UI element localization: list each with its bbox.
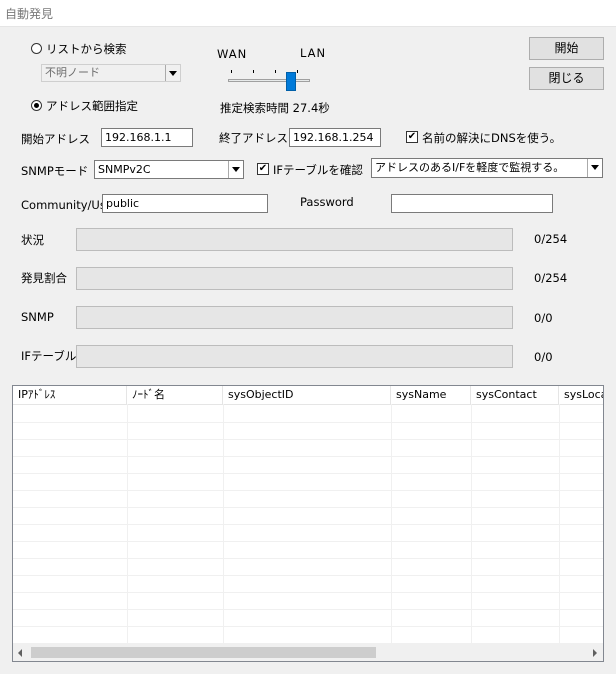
- window-title: 自動発見: [5, 7, 54, 21]
- if-table-label[interactable]: IFテーブルを確認: [273, 162, 363, 178]
- horizontal-scrollbar[interactable]: [13, 644, 603, 661]
- slider-tick: [275, 70, 276, 73]
- snmp-mode-label: SNMPモード: [21, 164, 89, 178]
- snmp-mode-value: SNMPv2C: [98, 163, 151, 176]
- end-address-input[interactable]: 192.168.1.254: [289, 128, 381, 147]
- monitor-mode-value: アドレスのあるI/Fを軽度で監視する。: [375, 161, 565, 174]
- list-search-radio[interactable]: [31, 43, 42, 54]
- discovery-rate-progress-bar: [76, 267, 513, 290]
- grid-line: [391, 404, 392, 644]
- if-table-checkbox[interactable]: ✔: [257, 163, 269, 175]
- monitor-mode-select[interactable]: アドレスのあるI/Fを軽度で監視する。: [371, 158, 603, 178]
- status-label: 状況: [21, 233, 44, 247]
- list-select-value: 不明ノード: [45, 66, 100, 79]
- status-count: 0/254: [534, 232, 568, 246]
- slider-tick: [297, 70, 298, 73]
- range-search-label[interactable]: アドレス範囲指定: [46, 98, 138, 114]
- end-address-label: 終了アドレス: [219, 131, 288, 145]
- grid-line: [13, 626, 603, 627]
- column-header-ip[interactable]: IPｱﾄﾞﾚｽ: [13, 386, 127, 404]
- grid-line: [13, 490, 603, 491]
- grid-line: [13, 439, 603, 440]
- grid-line: [223, 404, 224, 644]
- password-input[interactable]: [391, 194, 553, 213]
- title-bar: 自動発見: [0, 0, 616, 27]
- results-table[interactable]: IPｱﾄﾞﾚｽ ﾉｰﾄﾞ名 sysObjectID sysName sysCon…: [12, 385, 604, 662]
- column-header-node-name[interactable]: ﾉｰﾄﾞ名: [127, 386, 223, 404]
- grid-line: [13, 575, 603, 576]
- grid-line: [13, 524, 603, 525]
- password-label: Password: [300, 195, 354, 209]
- grid-line: [13, 473, 603, 474]
- scroll-left-icon[interactable]: [18, 649, 22, 657]
- estimate-text: 推定検索時間 27.4秒: [220, 101, 330, 115]
- status-progress-bar: [76, 228, 513, 251]
- grid-line: [13, 558, 603, 559]
- if-table-progress-label: IFテーブル: [21, 349, 77, 363]
- slider-lan-label: LAN: [300, 46, 327, 60]
- range-search-radio[interactable]: [31, 100, 42, 111]
- snmp-progress-bar: [76, 306, 513, 329]
- snmp-progress-count: 0/0: [534, 311, 553, 325]
- list-search-label[interactable]: リストから検索: [46, 41, 127, 57]
- scrollbar-thumb[interactable]: [31, 647, 376, 658]
- discovery-rate-label: 発見割合: [21, 271, 67, 285]
- column-header-sysobjectid[interactable]: sysObjectID: [223, 386, 391, 404]
- list-select: 不明ノード: [41, 64, 181, 82]
- slider-tick: [253, 70, 254, 73]
- slider-thumb[interactable]: [286, 72, 296, 91]
- grid-line: [471, 404, 472, 644]
- snmp-mode-select[interactable]: SNMPv2C: [94, 160, 244, 179]
- column-header-sysname[interactable]: sysName: [391, 386, 471, 404]
- community-input[interactable]: public: [102, 194, 268, 213]
- chevron-down-icon[interactable]: [228, 161, 243, 178]
- column-header-syslocation[interactable]: sysLocation: [559, 386, 603, 404]
- start-address-label: 開始アドレス: [21, 132, 90, 146]
- slider-tick: [231, 70, 232, 73]
- discovery-rate-count: 0/254: [534, 271, 568, 285]
- table-header: IPｱﾄﾞﾚｽ ﾉｰﾄﾞ名 sysObjectID sysName sysCon…: [13, 386, 603, 405]
- dns-checkbox[interactable]: ✔: [406, 131, 418, 143]
- column-header-syscontact[interactable]: sysContact: [471, 386, 559, 404]
- grid-line: [13, 609, 603, 610]
- scroll-right-icon[interactable]: [593, 649, 597, 657]
- close-button[interactable]: 閉じる: [529, 67, 604, 90]
- if-table-progress-count: 0/0: [534, 350, 553, 364]
- snmp-progress-label: SNMP: [21, 310, 54, 324]
- grid-line: [127, 404, 128, 644]
- slider-track[interactable]: [228, 79, 310, 82]
- chevron-down-icon: [165, 65, 180, 81]
- start-address-input[interactable]: 192.168.1.1: [101, 128, 193, 147]
- grid-line: [13, 541, 603, 542]
- dns-label[interactable]: 名前の解決にDNSを使う。: [422, 130, 561, 146]
- if-table-progress-bar: [76, 345, 513, 368]
- slider-wan-label: WAN: [217, 47, 248, 61]
- chevron-down-icon[interactable]: [587, 159, 602, 177]
- start-button[interactable]: 開始: [529, 37, 604, 60]
- grid-line: [559, 404, 560, 644]
- grid-line: [13, 456, 603, 457]
- grid-line: [13, 507, 603, 508]
- grid-line: [13, 422, 603, 423]
- grid-line: [13, 592, 603, 593]
